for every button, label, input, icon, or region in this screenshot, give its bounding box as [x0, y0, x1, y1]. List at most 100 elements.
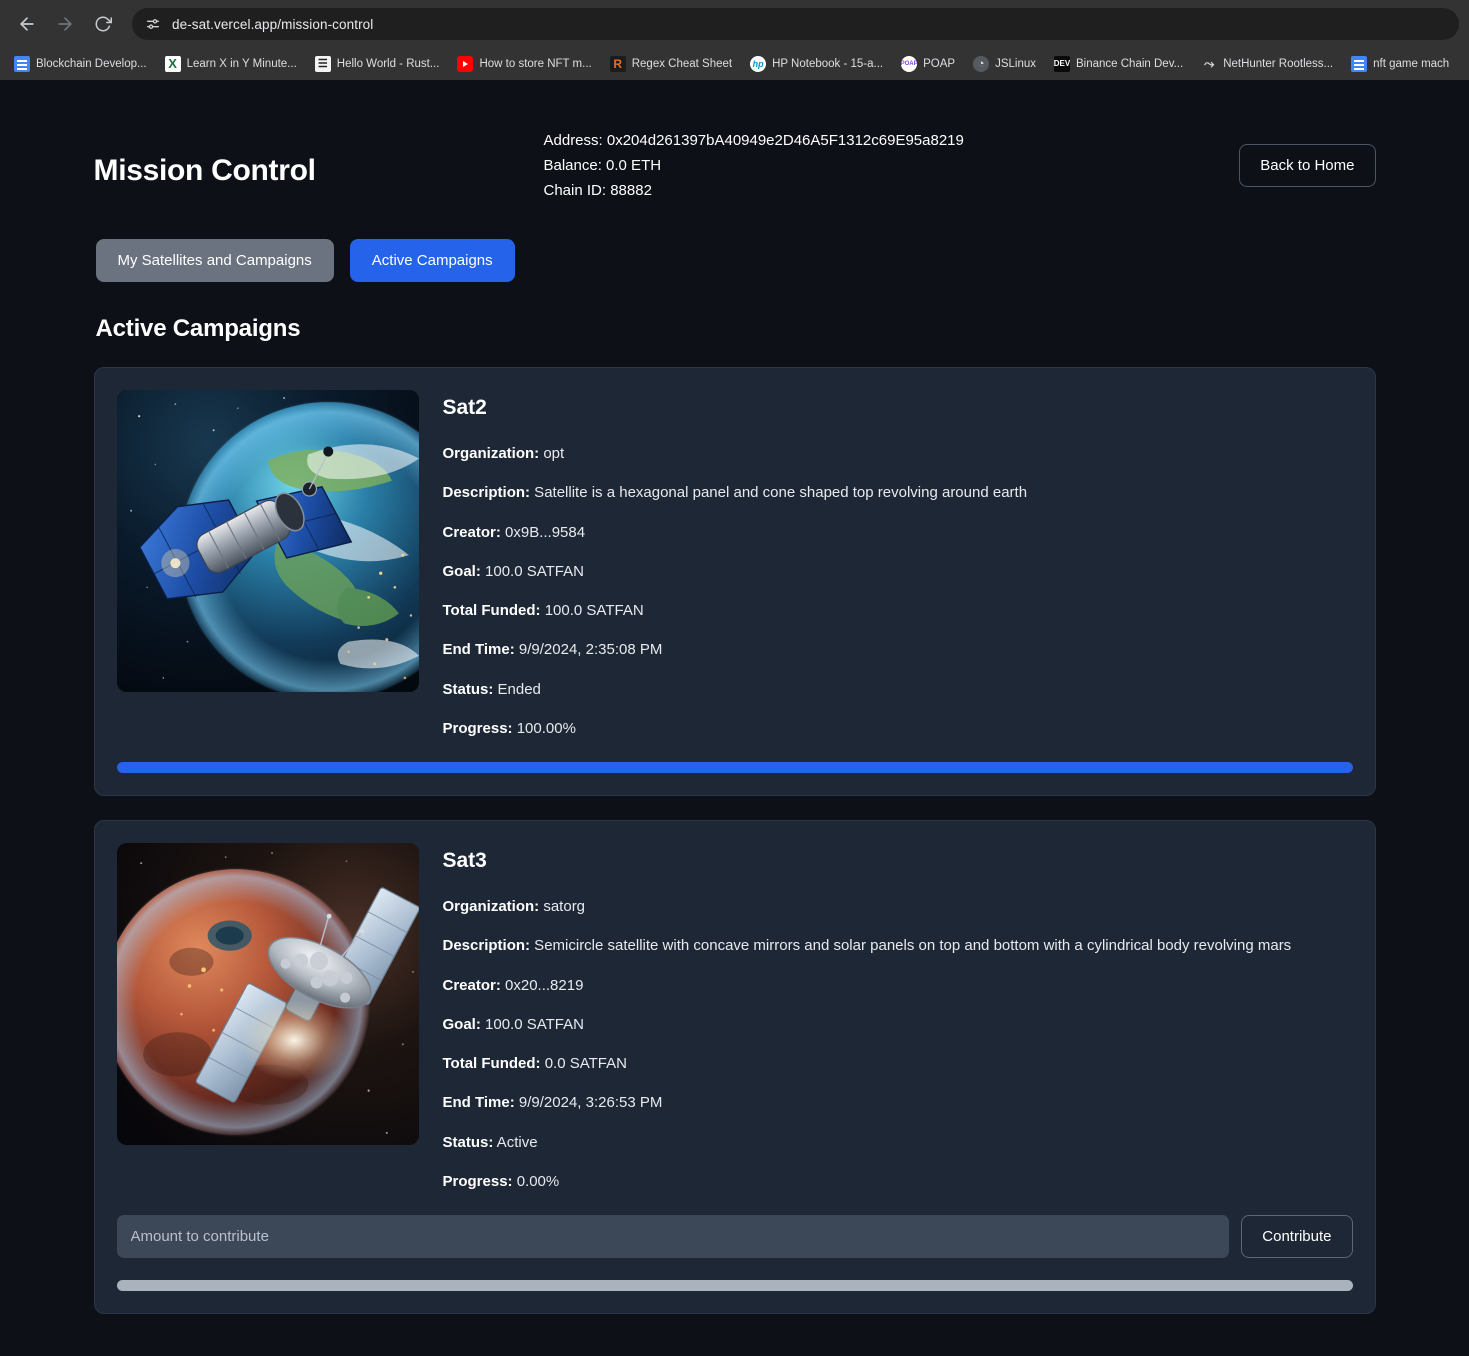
book-icon: ☰: [314, 56, 331, 72]
mars-satellite-artwork: [116, 843, 419, 1145]
campaign-creator-label: Creator:: [442, 523, 501, 541]
wallet-balance: Balance: 0.0 ETH: [543, 157, 662, 174]
campaign-creator-value: 0x9B...9584: [500, 523, 586, 541]
campaign-organization-label: Organization:: [442, 898, 540, 915]
bookmark-item[interactable]: nft game mach: [1343, 52, 1457, 76]
campaign-end-time-label: End Time:: [442, 641, 515, 659]
bookmark-item[interactable]: ☰ Hello World - Rust...: [307, 52, 448, 76]
campaign-goal-value: 100.0 SATFAN: [480, 1015, 584, 1033]
campaign-progress-bar: [116, 762, 1353, 773]
back-to-home-button[interactable]: Back to Home: [1239, 144, 1376, 187]
campaign-status: Status: Active: [443, 1131, 1353, 1154]
tab-row: My Satellites and Campaigns Active Campa…: [94, 239, 1376, 282]
contribute-button[interactable]: Contribute: [1241, 1215, 1353, 1258]
campaign-progress-value: 0.00%: [512, 1172, 560, 1190]
hp-icon: hp: [750, 56, 767, 72]
campaign-end-time: End Time: 9/9/2024, 2:35:08 PM: [443, 638, 1353, 661]
youtube-icon: [457, 56, 474, 72]
content-container: Mission Control Address: 0x204d261397bA4…: [93, 116, 1376, 1314]
campaign-status-label: Status:: [442, 680, 494, 698]
address-bar[interactable]: de-sat.vercel.app/mission-control: [132, 8, 1459, 40]
campaign-total-funded-label: Total Funded:: [442, 602, 541, 619]
campaign-progress-bar: [116, 1280, 1353, 1291]
campaign-total-funded-value: 0.0 SATFAN: [540, 1055, 627, 1072]
campaign-total-funded-value: 100.0 SATFAN: [540, 602, 644, 619]
bookmark-item[interactable]: R Regex Cheat Sheet: [602, 52, 740, 76]
bookmark-item[interactable]: X Learn X in Y Minute...: [157, 52, 305, 76]
wallet-address: Address: 0x204d261397bA40949e2D46A5F1312…: [543, 132, 964, 149]
bookmark-label: How to store NFT m...: [479, 58, 592, 70]
bookmark-item[interactable]: DEV Binance Chain Dev...: [1046, 52, 1191, 76]
campaign-description-value: Semicircle satellite with concave mirror…: [530, 937, 1292, 955]
campaign-description: Description: Satellite is a hexagonal pa…: [443, 481, 1353, 504]
campaign-organization-label: Organization:: [442, 445, 540, 462]
bookmark-label: Regex Cheat Sheet: [631, 58, 733, 70]
campaign-progress-label: Progress:: [442, 1172, 513, 1190]
campaign-organization: Organization: opt: [443, 442, 1353, 465]
campaign-end-time-label: End Time:: [442, 1094, 515, 1112]
contribute-amount-input[interactable]: [116, 1215, 1230, 1258]
campaign-status: Status: Ended: [443, 678, 1353, 701]
campaign-status-value: Ended: [493, 680, 541, 698]
tune-icon[interactable]: [144, 15, 162, 33]
campaign-info: Sat3 Organization: satorg Description: Sem…: [443, 843, 1353, 1193]
poap-icon: POAP: [901, 56, 918, 72]
campaign-end-time-value: 9/9/2024, 2:35:08 PM: [514, 641, 663, 659]
campaign-end-time-value: 9/9/2024, 3:26:53 PM: [514, 1094, 663, 1112]
devto-icon: DEV: [1054, 56, 1070, 72]
back-arrow-icon[interactable]: [10, 7, 44, 41]
page-title: Mission Control: [93, 154, 316, 187]
campaign-card: Sat2 Organization: opt Description: Satell…: [93, 367, 1376, 796]
bookmark-label: POAP: [923, 58, 956, 70]
bookmark-item[interactable]: ◔ JSLinux: [965, 52, 1044, 76]
campaign-total-funded: Total Funded: 100.0 SATFAN: [443, 599, 1353, 622]
campaign-organization-value: opt: [539, 445, 565, 462]
campaign-creator-label: Creator:: [442, 976, 501, 994]
url-text: de-sat.vercel.app/mission-control: [172, 16, 374, 32]
campaign-card-body: Sat3 Organization: satorg Description: Sem…: [116, 843, 1353, 1193]
campaign-total-funded: Total Funded: 0.0 SATFAN: [443, 1052, 1353, 1075]
campaign-list: Sat2 Organization: opt Description: Satell…: [93, 367, 1376, 1314]
campaign-goal-label: Goal:: [442, 562, 481, 580]
campaign-progress-label: Progress:: [442, 719, 513, 737]
campaign-total-funded-label: Total Funded:: [442, 1055, 541, 1072]
browser-chrome: de-sat.vercel.app/mission-control Blockc…: [0, 0, 1469, 80]
docs-icon: [14, 56, 30, 72]
campaign-organization-value: satorg: [539, 898, 586, 915]
kali-dragon-icon: ⤳: [1203, 56, 1215, 71]
tab-active-campaigns[interactable]: Active Campaigns: [349, 239, 515, 282]
bookmark-label: Hello World - Rust...: [336, 58, 440, 70]
bookmark-label: NetHunter Rootless...: [1223, 58, 1334, 70]
bookmark-label: Learn X in Y Minute...: [186, 58, 297, 70]
bookmark-item[interactable]: How to store NFT m...: [449, 52, 599, 76]
bookmark-item[interactable]: Blockchain Develop...: [6, 52, 155, 76]
campaign-card-body: Sat2 Organization: opt Description: Satell…: [116, 390, 1353, 740]
campaign-creator-value: 0x20...8219: [500, 976, 584, 994]
campaign-thumbnail: [116, 843, 419, 1145]
campaign-status-label: Status:: [442, 1133, 494, 1151]
campaign-description-label: Description:: [442, 484, 531, 502]
contribute-row: Contribute: [116, 1215, 1353, 1258]
forward-arrow-icon[interactable]: [48, 7, 82, 41]
wallet-chain-id: Chain ID: 88882: [543, 182, 652, 199]
bookmark-label: Binance Chain Dev...: [1076, 58, 1184, 70]
bookmark-label: nft game mach: [1373, 58, 1450, 70]
campaign-card: Sat3 Organization: satorg Description: Sem…: [93, 820, 1376, 1314]
campaign-progress-fill: [116, 762, 1353, 773]
bookmark-item[interactable]: POAP POAP: [893, 52, 963, 76]
tab-my-satellites-and-campaigns[interactable]: My Satellites and Campaigns: [95, 239, 334, 282]
campaign-organization: Organization: satorg: [443, 895, 1353, 918]
reload-icon[interactable]: [86, 7, 120, 41]
campaign-goal: Goal: 100.0 SATFAN: [443, 560, 1353, 583]
bookmark-item[interactable]: ⤳ NetHunter Rootless...: [1193, 52, 1341, 76]
campaign-creator: Creator: 0x9B...9584: [443, 521, 1353, 544]
earth-satellite-artwork: [116, 390, 419, 692]
campaign-goal: Goal: 100.0 SATFAN: [443, 1013, 1353, 1036]
bookmarks-bar: Blockchain Develop... X Learn X in Y Minut…: [0, 48, 1469, 80]
campaign-name: Sat2: [442, 396, 487, 419]
campaign-thumbnail: [116, 390, 419, 692]
globe-icon: ◔: [973, 56, 990, 72]
campaign-progress: Progress: 0.00%: [443, 1170, 1353, 1193]
x-icon: X: [164, 56, 181, 72]
bookmark-item[interactable]: hp HP Notebook - 15-a...: [742, 52, 891, 76]
